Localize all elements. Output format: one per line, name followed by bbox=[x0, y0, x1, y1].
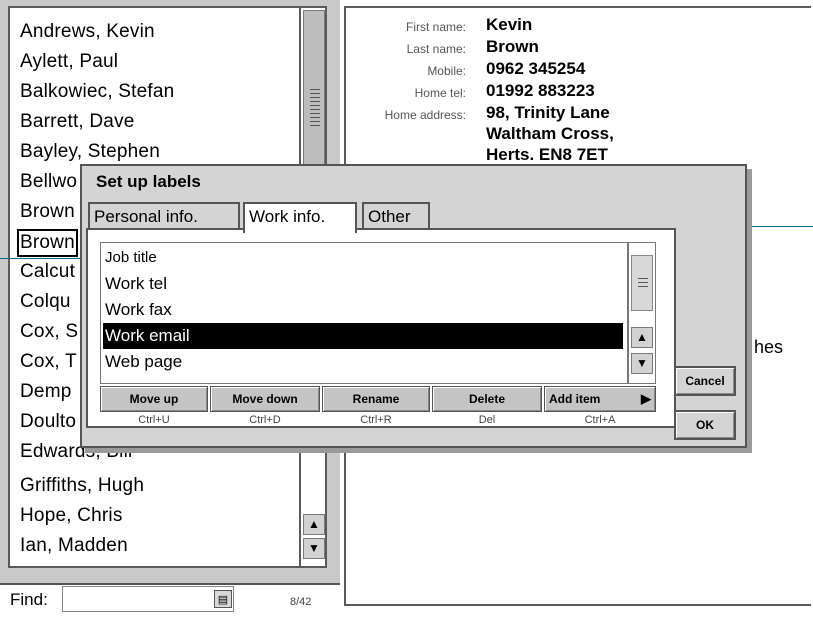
first-name-label: First name: bbox=[405, 20, 466, 34]
scroll-down-icon[interactable]: ▼ bbox=[303, 538, 325, 559]
scroll-up-icon[interactable]: ▲ bbox=[303, 514, 325, 535]
add-item-button[interactable]: Add item ▶ bbox=[544, 386, 656, 412]
list-item[interactable]: Demp bbox=[20, 381, 71, 403]
list-item[interactable]: Cox, S bbox=[20, 321, 78, 343]
list-item[interactable]: Andrews, Kevin bbox=[20, 21, 155, 43]
home-address-line-3: Herts. EN8 7ET bbox=[486, 145, 608, 164]
tab-work-info[interactable]: Work info. bbox=[243, 202, 357, 233]
first-name-value: Kevin bbox=[486, 15, 533, 34]
tab-personal-info[interactable]: Personal info. bbox=[88, 202, 240, 230]
list-item[interactable]: Aylett, Paul bbox=[20, 51, 118, 73]
list-item[interactable]: Web page bbox=[103, 349, 623, 375]
home-address-label: Home address: bbox=[384, 108, 466, 122]
chevron-right-icon: ▶ bbox=[641, 391, 651, 406]
tab-other[interactable]: Other bbox=[362, 202, 430, 230]
rename-button[interactable]: Rename bbox=[322, 386, 430, 412]
list-item[interactable]: Balkowiec, Stefan bbox=[20, 81, 174, 103]
list-item[interactable]: Griffiths, Hugh bbox=[20, 475, 144, 497]
label-list[interactable]: Job title Work tel Work fax Work email W… bbox=[100, 242, 628, 384]
mobile-label: Mobile: bbox=[427, 64, 466, 78]
list-item[interactable]: Doulto bbox=[20, 411, 76, 433]
move-up-button[interactable]: Move up bbox=[100, 386, 208, 412]
home-tel-label: Home tel: bbox=[414, 86, 466, 100]
rename-shortcut: Ctrl+R bbox=[360, 414, 392, 426]
move-down-button[interactable]: Move down bbox=[210, 386, 320, 412]
list-item[interactable]: Job title bbox=[103, 245, 623, 271]
list-item[interactable]: Brown bbox=[20, 201, 75, 223]
dialog-title: Set up labels bbox=[96, 172, 201, 191]
add-item-shortcut: Ctrl+A bbox=[584, 414, 616, 426]
last-name-label: Last name: bbox=[406, 42, 466, 56]
list-item[interactable]: Hope, Chris bbox=[20, 505, 123, 527]
scrollbar-thumb[interactable] bbox=[631, 255, 653, 311]
list-item[interactable]: Ian, Madden bbox=[20, 535, 128, 557]
list-item[interactable]: Calcut bbox=[20, 261, 75, 283]
list-item[interactable]: Bellwo bbox=[20, 171, 77, 193]
match-count: 8/42 bbox=[290, 596, 312, 608]
partial-text: hes bbox=[754, 337, 784, 357]
home-tel-value: 01992 883223 bbox=[486, 81, 595, 100]
last-name-value: Brown bbox=[486, 37, 539, 56]
label-list-scrollbar[interactable]: ▲ ▼ bbox=[628, 242, 656, 384]
move-down-shortcut: Ctrl+D bbox=[249, 414, 281, 426]
list-item[interactable]: Work fax bbox=[103, 297, 623, 323]
move-up-shortcut: Ctrl+U bbox=[138, 414, 170, 426]
find-options-icon[interactable]: ▤ bbox=[214, 590, 232, 608]
list-item[interactable]: Cox, T bbox=[20, 351, 77, 373]
home-address-line-2: Waltham Cross, bbox=[486, 124, 614, 143]
delete-shortcut: Del bbox=[478, 414, 496, 426]
ok-button[interactable]: OK bbox=[674, 410, 736, 440]
list-item-selected[interactable]: Work email bbox=[103, 323, 623, 349]
find-input[interactable] bbox=[62, 586, 234, 612]
cancel-button[interactable]: Cancel bbox=[674, 366, 736, 396]
list-item-selected[interactable]: Brown bbox=[17, 229, 78, 257]
delete-button[interactable]: Delete bbox=[432, 386, 542, 412]
find-label: Find: bbox=[10, 590, 48, 609]
list-item[interactable]: Barrett, Dave bbox=[20, 111, 135, 133]
list-item[interactable]: Colqu bbox=[20, 291, 71, 313]
list-item[interactable]: Work tel bbox=[103, 271, 623, 297]
scroll-up-icon[interactable]: ▲ bbox=[631, 327, 653, 348]
list-item[interactable]: Bayley, Stephen bbox=[20, 141, 160, 163]
set-up-labels-dialog: Set up labels Personal info. Work info. … bbox=[80, 164, 747, 448]
scroll-down-icon[interactable]: ▼ bbox=[631, 353, 653, 374]
add-item-label: Add item bbox=[549, 392, 601, 406]
mobile-value: 0962 345254 bbox=[486, 59, 586, 78]
tab-panel: Job title Work tel Work fax Work email W… bbox=[86, 228, 676, 428]
home-address-line-1: 98, Trinity Lane bbox=[486, 103, 610, 122]
